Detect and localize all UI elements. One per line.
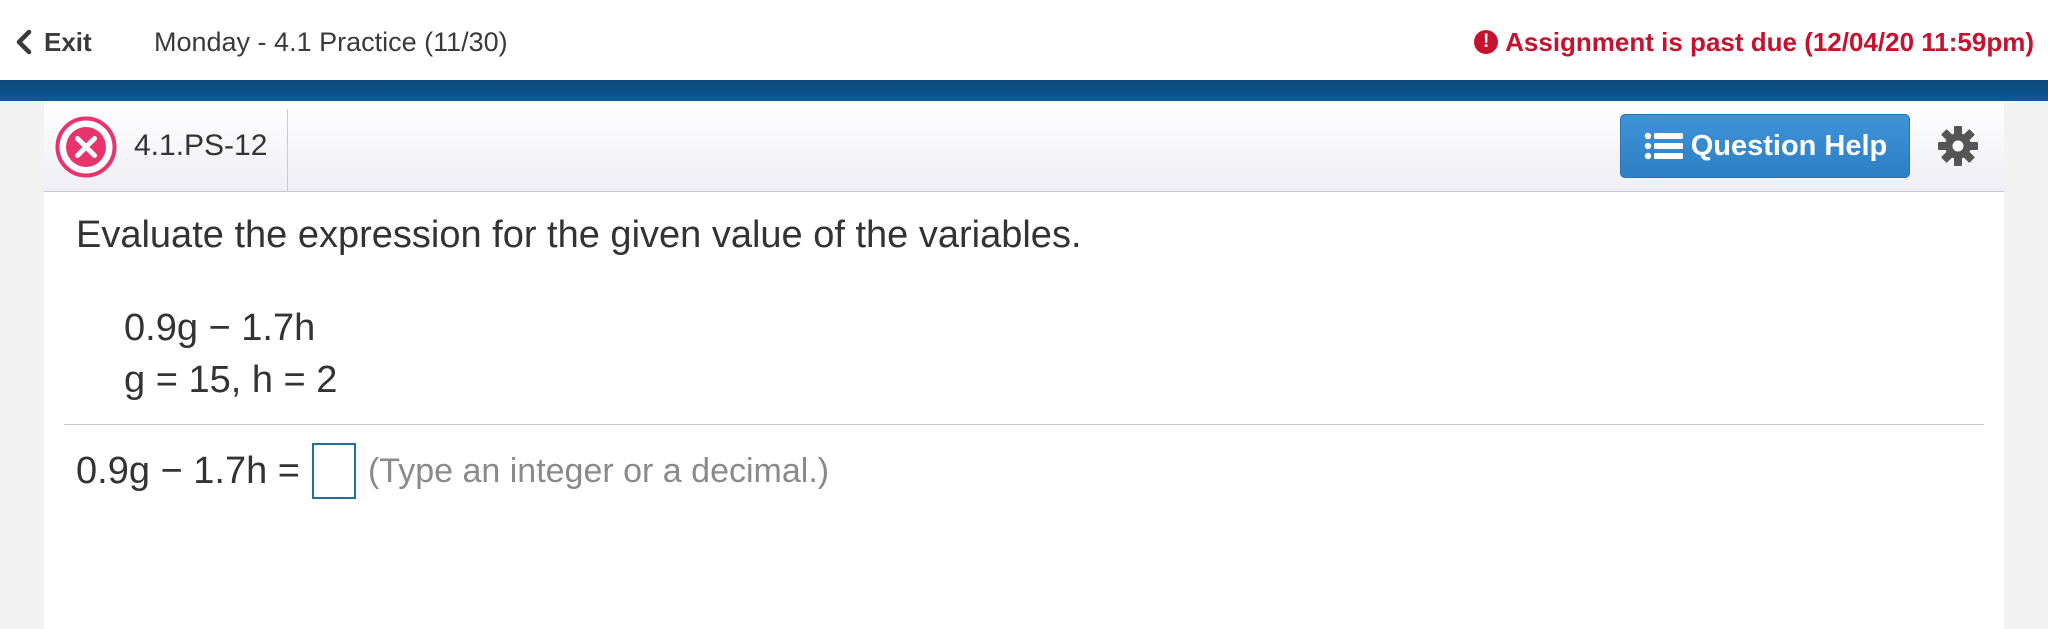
top-bar: Exit Monday - 4.1 Practice (11/30) ! Ass… — [0, 0, 2048, 80]
answer-row: 0.9g − 1.7h = (Type an integer or a deci… — [76, 441, 829, 501]
header-band — [0, 80, 2048, 101]
question-help-label: Question Help — [1690, 129, 1888, 162]
expression: 0.9g − 1.7h — [124, 307, 316, 349]
answer-hint: (Type an integer or a decimal.) — [367, 451, 830, 490]
incorrect-x-icon — [55, 116, 117, 178]
past-due-notice: ! Assignment is past due (12/04/20 11:59… — [1474, 22, 2034, 62]
gear-icon[interactable] — [1937, 125, 1979, 167]
answer-prompt: 0.9g − 1.7h = — [76, 449, 300, 492]
question-id: 4.1.PS-12 — [134, 129, 268, 162]
header-divider — [287, 109, 288, 191]
list-icon — [1644, 132, 1683, 160]
question-header: 4.1.PS-12 Question Help — [44, 101, 2004, 192]
exit-label: Exit — [44, 26, 92, 57]
content-divider — [64, 424, 1984, 425]
answer-input[interactable] — [311, 443, 356, 499]
alert-circle-icon: ! — [1474, 30, 1499, 54]
past-due-text: Assignment is past due (12/04/20 11:59pm… — [1505, 26, 2034, 57]
question-help-button[interactable]: Question Help — [1620, 114, 1910, 178]
given-values: g = 15, h = 2 — [124, 359, 338, 401]
exit-button[interactable]: Exit — [14, 22, 92, 62]
question-instruction: Evaluate the expression for the given va… — [76, 214, 1082, 256]
assignment-title: Monday - 4.1 Practice (11/30) — [154, 27, 508, 57]
chevron-left-icon — [16, 29, 32, 55]
question-panel: 4.1.PS-12 Question Help Evaluate the exp… — [44, 101, 2004, 629]
